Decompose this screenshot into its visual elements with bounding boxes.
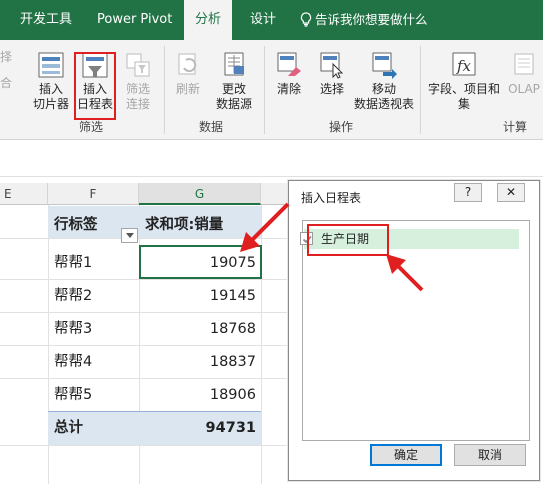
group-label-calculations: 计算 bbox=[503, 120, 528, 134]
column-header-g[interactable]: G bbox=[139, 183, 261, 205]
dialog-title: 插入日程表 bbox=[301, 191, 362, 205]
highlight-box-insert-timeline bbox=[74, 52, 116, 120]
change-data-source-button[interactable]: 更改 数据源 bbox=[208, 50, 260, 112]
pivot-row-value[interactable]: 18837 bbox=[139, 346, 256, 378]
ribbon-separator bbox=[164, 46, 165, 134]
group-label-filter: 筛选 bbox=[79, 120, 104, 134]
group-label-actions: 操作 bbox=[329, 120, 354, 134]
row-label-filter-dropdown[interactable] bbox=[121, 228, 138, 243]
cancel-button[interactable]: 取消 bbox=[454, 444, 526, 466]
fields-items-label-2: 集 bbox=[457, 97, 470, 111]
ribbon-separator bbox=[420, 46, 421, 134]
tab-design[interactable]: 设计 bbox=[250, 0, 276, 40]
ribbon-separator bbox=[264, 46, 265, 134]
ribbon-tab-bar: 开发工具 Power Pivot 分析 设计 告诉我你想要做什么 bbox=[0, 0, 543, 40]
tell-me-box[interactable]: 告诉我你想要做什么 bbox=[300, 0, 428, 40]
select-icon bbox=[320, 52, 344, 79]
move-pivot-button[interactable]: 移动 数据透视表 bbox=[352, 50, 416, 112]
select-label: 选择 bbox=[319, 82, 344, 96]
filter-connections-label-1: 筛选 bbox=[125, 82, 150, 96]
olap-tools-button[interactable]: OLAP bbox=[505, 50, 543, 97]
filter-connections-button[interactable]: 筛选 连接 bbox=[118, 50, 158, 112]
lightbulb-icon bbox=[300, 12, 312, 27]
filter-connections-label-2: 连接 bbox=[125, 97, 150, 111]
tab-analyze[interactable]: 分析 bbox=[184, 0, 232, 40]
fields-items-label-1: 字段、项目和 bbox=[427, 82, 500, 96]
pivot-row-label[interactable]: 帮帮4 bbox=[54, 346, 92, 378]
pivot-row-value[interactable]: 19145 bbox=[139, 280, 256, 312]
tab-developer[interactable]: 开发工具 bbox=[20, 0, 72, 40]
pivot-grand-total-value[interactable]: 94731 bbox=[139, 412, 256, 444]
ribbon-edge-text-1: 择 bbox=[0, 50, 13, 64]
change-source-label-1: 更改 bbox=[221, 82, 246, 96]
fields-items-sets-button[interactable]: fx 字段、项目和 集 bbox=[426, 50, 502, 112]
pivot-row-label[interactable]: 帮帮5 bbox=[54, 379, 92, 411]
insert-slicer-button[interactable]: 插入 切片器 bbox=[30, 50, 72, 112]
column-header-f[interactable]: F bbox=[48, 183, 139, 205]
pivot-row-label[interactable]: 帮帮2 bbox=[54, 280, 92, 312]
active-cell-outline bbox=[139, 245, 262, 279]
pivot-row-value[interactable]: 18906 bbox=[139, 379, 256, 411]
pivot-grand-total-label[interactable]: 总计 bbox=[54, 412, 83, 444]
formula-fx-icon: fx bbox=[452, 52, 476, 76]
pivot-row-labels-header[interactable]: 行标签 bbox=[54, 209, 98, 241]
clear-label: 清除 bbox=[276, 82, 301, 96]
data-source-icon bbox=[224, 52, 244, 76]
filter-connections-icon bbox=[126, 53, 150, 77]
tab-power-pivot[interactable]: Power Pivot bbox=[97, 0, 172, 40]
excel-window: 开发工具 Power Pivot 分析 设计 告诉我你想要做什么 择 合 插入 … bbox=[0, 0, 543, 484]
ok-button[interactable]: 确定 bbox=[370, 444, 442, 466]
close-button[interactable]: ✕ bbox=[497, 183, 525, 202]
move-pivot-label-2: 数据透视表 bbox=[353, 97, 414, 111]
clear-icon bbox=[277, 52, 301, 76]
tell-me-label: 告诉我你想要做什么 bbox=[315, 12, 428, 27]
pivot-row-label[interactable]: 帮帮3 bbox=[54, 313, 92, 345]
move-pivot-icon bbox=[372, 52, 397, 79]
refresh-icon bbox=[178, 53, 197, 75]
pivot-value-header[interactable]: 求和项:销量 bbox=[145, 209, 223, 241]
insert-slicer-label-2: 切片器 bbox=[32, 97, 69, 111]
grid-line bbox=[0, 445, 300, 446]
help-button[interactable]: ? bbox=[454, 183, 482, 202]
svg-text:fx: fx bbox=[456, 57, 472, 75]
clear-button[interactable]: 清除 bbox=[272, 50, 306, 97]
group-label-data: 数据 bbox=[199, 120, 224, 134]
pivot-row-label[interactable]: 帮帮1 bbox=[54, 247, 92, 279]
highlight-box-field bbox=[307, 224, 389, 256]
move-pivot-label-1: 移动 bbox=[371, 82, 396, 96]
select-button[interactable]: 选择 bbox=[315, 50, 349, 97]
olap-icon bbox=[514, 53, 534, 75]
olap-label: OLAP bbox=[508, 82, 540, 96]
change-source-label-2: 数据源 bbox=[215, 97, 252, 111]
pivot-row-value[interactable]: 18768 bbox=[139, 313, 256, 345]
refresh-label: 刷新 bbox=[175, 82, 200, 96]
slicer-icon bbox=[38, 52, 64, 78]
ribbon-edge-text-2: 合 bbox=[0, 76, 13, 90]
column-header-e[interactable]: E bbox=[0, 183, 48, 205]
insert-slicer-label-1: 插入 bbox=[38, 82, 63, 96]
formula-bar[interactable] bbox=[0, 141, 543, 177]
refresh-button[interactable]: 刷新 bbox=[170, 50, 206, 97]
